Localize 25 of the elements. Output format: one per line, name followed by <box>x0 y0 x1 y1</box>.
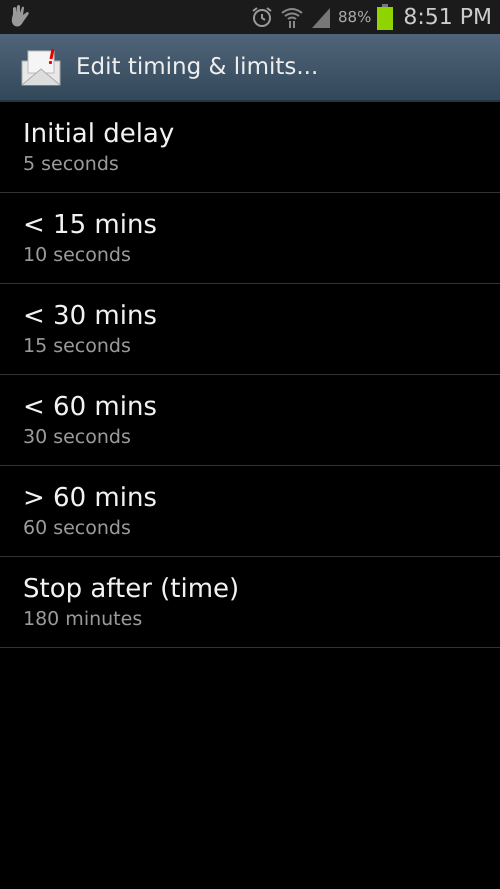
clock-time: 8:51 PM <box>403 4 492 30</box>
setting-item[interactable]: Initial delay 5 seconds <box>0 102 500 193</box>
setting-item[interactable]: < 60 mins 30 seconds <box>0 375 500 466</box>
battery-percent: 88% <box>338 8 372 26</box>
setting-title: > 60 mins <box>23 483 158 513</box>
setting-summary: 60 seconds <box>23 517 132 539</box>
screen-title: Edit timing & limits... <box>76 54 318 80</box>
envelope-icon <box>20 47 62 87</box>
setting-summary: 15 seconds <box>23 335 132 357</box>
setting-title: < 30 mins <box>23 301 158 331</box>
setting-title: < 60 mins <box>23 392 158 422</box>
setting-summary: 30 seconds <box>23 426 132 448</box>
setting-summary: 10 seconds <box>23 244 132 266</box>
wifi-icon <box>280 5 304 29</box>
setting-item[interactable]: < 15 mins 10 seconds <box>0 193 500 284</box>
setting-title: Stop after (time) <box>23 574 240 604</box>
setting-title: Initial delay <box>23 119 176 149</box>
setting-item[interactable]: > 60 mins 60 seconds <box>0 466 500 557</box>
setting-summary: 180 minutes <box>23 608 144 630</box>
setting-title: < 15 mins <box>23 210 158 240</box>
setting-item[interactable]: Stop after (time) 180 minutes <box>0 557 500 648</box>
battery-icon <box>377 4 394 30</box>
setting-summary: 5 seconds <box>23 153 120 175</box>
setting-item[interactable]: < 30 mins 15 seconds <box>0 284 500 375</box>
alarm-icon <box>250 5 274 29</box>
